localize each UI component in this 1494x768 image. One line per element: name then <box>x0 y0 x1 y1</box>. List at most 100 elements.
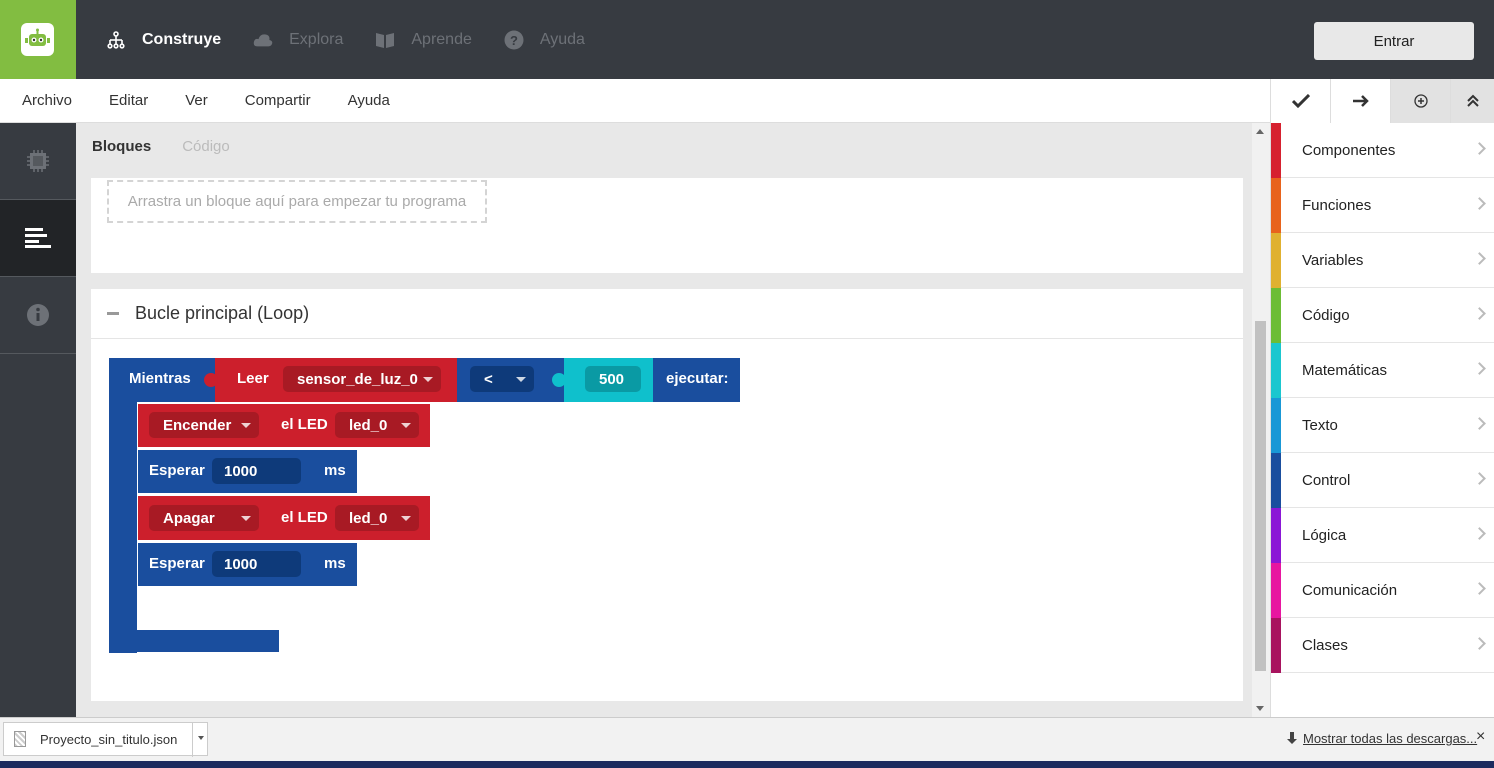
tab-bloques[interactable]: Bloques <box>92 138 151 155</box>
category-comunicacion[interactable]: Comunicación <box>1271 563 1494 618</box>
upload-button[interactable] <box>1330 79 1390 123</box>
ms-label: ms <box>324 462 346 479</box>
led-state-value: Encender <box>163 416 232 434</box>
block-dropzone[interactable]: Arrastra un bloque aquí para empezar tu … <box>107 180 487 223</box>
nav-construye[interactable]: Construye <box>106 30 221 50</box>
category-color <box>1271 453 1281 508</box>
category-texto[interactable]: Texto <box>1271 398 1494 453</box>
nav-ayuda[interactable]: ? Ayuda <box>504 30 585 50</box>
collapse-toolbar-button[interactable] <box>1450 79 1494 123</box>
logo[interactable] <box>0 0 76 79</box>
align-left-icon <box>25 228 51 248</box>
scroll-up-icon[interactable] <box>1256 129 1264 134</box>
nav-aprende[interactable]: Aprende <box>375 30 472 50</box>
block-categories: Componentes Funciones Variables Código M… <box>1270 123 1494 717</box>
category-componentes[interactable]: Componentes <box>1271 123 1494 178</box>
serial-monitor-button[interactable] <box>1390 79 1450 123</box>
category-color <box>1271 563 1281 618</box>
chevron-right-icon <box>1473 252 1486 265</box>
led-dropdown[interactable]: led_0 <box>335 412 419 438</box>
download-file-name: Proyecto_sin_titulo.json <box>40 731 178 747</box>
dropdown-arrow-icon <box>241 516 251 521</box>
category-color <box>1271 123 1281 178</box>
chevron-right-icon <box>1473 307 1486 320</box>
category-matematicas[interactable]: Matemáticas <box>1271 343 1494 398</box>
nav-label: Explora <box>289 30 344 48</box>
sensor-dropdown[interactable]: sensor_de_luz_0 <box>283 366 441 392</box>
sidebar-software[interactable] <box>0 200 76 277</box>
category-label: Componentes <box>1302 141 1396 159</box>
number-input[interactable]: 500 <box>585 366 641 392</box>
category-label: Clases <box>1302 636 1348 654</box>
while-block-body-bar <box>109 402 137 653</box>
category-clases[interactable]: Clases <box>1271 618 1494 673</box>
dropdown-arrow-icon <box>241 423 251 428</box>
number-value: 500 <box>599 370 625 388</box>
dropdown-arrow-icon <box>516 377 526 382</box>
execute-label: ejecutar: <box>666 370 729 387</box>
nav-label: Ayuda <box>539 30 585 48</box>
collapse-icon[interactable] <box>107 312 119 315</box>
category-label: Lógica <box>1302 526 1347 544</box>
category-label: Código <box>1302 306 1350 324</box>
loop-title: Bucle principal (Loop) <box>135 303 310 323</box>
category-color <box>1271 343 1281 398</box>
scroll-down-icon[interactable] <box>1256 706 1264 711</box>
left-sidebar <box>0 123 76 717</box>
show-all-downloads-link[interactable]: Mostrar todas las descargas... <box>1303 731 1477 746</box>
tab-codigo[interactable]: Código <box>182 138 230 155</box>
menu-editar[interactable]: Editar <box>109 92 148 109</box>
plus-circle-icon <box>1413 94 1428 108</box>
led-value: led_0 <box>349 509 388 527</box>
led-state-dropdown[interactable]: Encender <box>149 412 259 438</box>
download-arrow-icon <box>1287 732 1297 744</box>
category-label: Control <box>1302 471 1351 489</box>
category-variables[interactable]: Variables <box>1271 233 1494 288</box>
menu-ayuda[interactable]: Ayuda <box>348 92 390 109</box>
dropdown-arrow-icon <box>423 377 433 382</box>
caret-down-icon[interactable] <box>198 736 204 740</box>
verify-button[interactable] <box>1270 79 1330 123</box>
category-codigo[interactable]: Código <box>1271 288 1494 343</box>
operator-dropdown[interactable]: < <box>470 366 534 392</box>
read-label: Leer <box>237 370 269 387</box>
menu-compartir[interactable]: Compartir <box>245 92 311 109</box>
dropdown-arrow-icon <box>401 423 411 428</box>
number-connector-notch <box>552 373 566 387</box>
menu-ver[interactable]: Ver <box>185 92 208 109</box>
robot-logo-icon <box>21 23 54 56</box>
nav-explora[interactable]: Explora <box>253 30 343 50</box>
led-state-dropdown[interactable]: Apagar <box>149 505 259 531</box>
cloud-icon <box>253 30 273 50</box>
led-dropdown[interactable]: led_0 <box>335 505 419 531</box>
main-nav: Construye Explora Aprende ? Ayuda <box>106 0 617 79</box>
chevron-right-icon <box>1473 637 1486 650</box>
category-label: Matemáticas <box>1302 361 1388 379</box>
chevron-right-icon <box>1473 142 1486 155</box>
category-color <box>1271 233 1281 288</box>
sidebar-hardware[interactable] <box>0 123 76 200</box>
file-icon <box>14 731 26 747</box>
taskbar-strip <box>0 761 1494 768</box>
login-button[interactable]: Entrar <box>1314 22 1474 60</box>
wait-input[interactable]: 1000 <box>212 551 301 577</box>
book-icon <box>375 30 395 50</box>
wait-input[interactable]: 1000 <box>212 458 301 484</box>
category-logica[interactable]: Lógica <box>1271 508 1494 563</box>
read-connector-notch <box>204 373 218 387</box>
menu-archivo[interactable]: Archivo <box>22 92 72 109</box>
menu-bar: Archivo Editar Ver Compartir Ayuda <box>0 79 1270 123</box>
nav-label: Construye <box>142 30 222 48</box>
led-label: el LED <box>281 416 328 433</box>
download-item[interactable]: Proyecto_sin_titulo.json <box>3 722 208 757</box>
scrollbar-thumb[interactable] <box>1255 321 1266 671</box>
wait-value: 1000 <box>224 462 258 480</box>
chip-icon <box>27 150 49 172</box>
sidebar-info[interactable] <box>0 277 76 354</box>
category-funciones[interactable]: Funciones <box>1271 178 1494 233</box>
workspace-scrollbar[interactable] <box>1252 123 1270 717</box>
view-tabs: Bloques Código <box>92 138 261 155</box>
divider <box>192 723 193 757</box>
category-control[interactable]: Control <box>1271 453 1494 508</box>
close-icon[interactable]: × <box>1476 728 1485 746</box>
